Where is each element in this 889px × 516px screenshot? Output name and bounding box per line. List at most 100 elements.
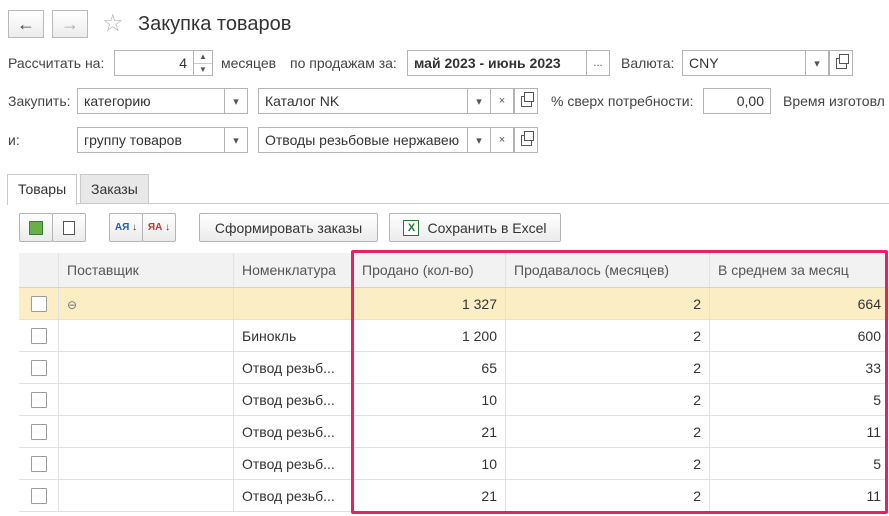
column-header-average[interactable]: В среднем за месяц [710,253,889,287]
currency-open-button[interactable] [829,50,853,76]
close-icon: × [498,134,506,146]
average-cell: 5 [873,392,881,408]
supplier-cell [59,384,234,415]
table-row[interactable]: Бинокль 1 200 2 600 [19,320,889,352]
buy-type-dropdown-button[interactable]: ▾ [224,88,248,114]
months-label: месяцев [221,55,277,71]
lead-time-label: Время изготовл [783,93,885,109]
row-check-cell [19,384,59,415]
back-button[interactable]: ← [8,10,44,38]
tab-orders[interactable]: Заказы [80,174,149,204]
catalog-clear-button[interactable]: × [490,88,514,114]
currency-dropdown-button[interactable]: ▾ [805,50,829,76]
supplier-cell [59,480,234,511]
months-stepper[interactable]: ▲ ▼ [193,50,213,76]
forward-button[interactable]: → [52,10,88,38]
close-icon: × [498,95,506,107]
stepper-down-icon[interactable]: ▼ [194,64,212,76]
row-checkbox[interactable] [31,360,47,376]
group-open-button[interactable] [514,127,538,153]
average-cell: 11 [866,424,881,440]
row-check-cell [19,448,59,479]
uncheck-all-button[interactable] [52,213,86,242]
row-checkbox[interactable] [31,456,47,472]
column-header-check[interactable] [19,253,59,287]
catalog-field[interactable]: Каталог NK [258,88,468,114]
item-cell: Отвод резьб... [234,352,354,383]
column-header-months[interactable]: Продавалось (месяцев) [506,253,710,287]
buy-label: Закупить: [8,93,71,109]
row-checkbox[interactable] [31,488,47,504]
item-cell: Отвод резьб... [234,480,354,511]
open-form-icon [520,91,534,107]
tab-goods[interactable]: Товары [7,174,78,205]
group-clear-button[interactable]: × [490,127,514,153]
row-checkbox[interactable] [31,424,47,440]
row-check-cell [19,288,59,319]
supplier-cell [59,448,234,479]
buy-type-field[interactable]: категорию [77,88,225,114]
months-cell: 2 [506,480,710,511]
calc-label: Рассчитать на: [8,55,105,71]
sort-ascending-button[interactable]: АЯ ↓ [109,213,143,242]
supplier-cell [59,320,234,351]
period-select-button[interactable]: ... [586,50,610,76]
chevron-down-icon: ▾ [233,134,239,147]
make-orders-button[interactable]: Сформировать заказы [199,213,378,242]
months-cell: 2 [506,384,710,415]
table-row[interactable]: Отвод резьб... 65 2 33 [19,352,889,384]
row-check-cell [19,320,59,351]
table-row[interactable]: Отвод резьб... 21 2 11 [19,480,889,512]
column-header-sold[interactable]: Продано (кол-во) [354,253,506,287]
row-checkbox[interactable] [31,328,47,344]
check-all-button[interactable] [19,213,53,242]
average-cell: 600 [857,328,881,344]
check-all-icon [26,217,43,235]
group-field[interactable]: Отводы резьбовые нержавею [258,127,468,153]
percent-field[interactable]: 0,00 [703,88,771,114]
chevron-down-icon: ▾ [476,134,482,147]
currency-field[interactable]: CNY [682,50,806,76]
table-row[interactable]: Отвод резьб... 10 2 5 [19,448,889,480]
group-dropdown-button[interactable]: ▾ [467,127,491,153]
row-check-cell [19,352,59,383]
row-check-cell [19,480,59,511]
sort-descending-button[interactable]: ЯА ↓ [142,213,176,242]
supplier-cell [59,416,234,447]
catalog-dropdown-button[interactable]: ▾ [467,88,491,114]
supplier-cell: ⊖ [59,288,234,319]
table-row[interactable]: Отвод резьб... 21 2 11 [19,416,889,448]
months-count-input[interactable]: 4 [114,50,194,76]
period-field[interactable]: май 2023 - июнь 2023 [407,50,587,76]
months-cell: 2 [506,448,710,479]
row-checkbox[interactable] [31,392,47,408]
stepper-up-icon[interactable]: ▲ [194,51,212,64]
save-excel-button[interactable]: X Сохранить в Excel [389,213,561,242]
catalog-open-button[interactable] [514,88,538,114]
group-type-dropdown-button[interactable]: ▾ [224,127,248,153]
item-cell: Отвод резьб... [234,448,354,479]
average-cell: 33 [865,360,881,376]
sold-cell: 1 200 [354,320,506,351]
table-group-row[interactable]: ⊖ 1 327 2 664 [19,288,889,320]
months-cell: 2 [506,352,710,383]
favorite-star-icon[interactable]: ☆ [102,10,124,38]
sort-ascending-icon: АЯ ↓ [114,221,138,233]
supplier-cell [59,352,234,383]
column-header-item[interactable]: Номенклатура [234,253,354,287]
item-cell [234,288,354,319]
average-cell: 664 [857,296,881,312]
collapse-icon[interactable]: ⊖ [67,298,77,312]
table-header: Поставщик Номенклатура Продано (кол-во) … [19,253,889,288]
sort-descending-icon: ЯА ↓ [147,221,171,233]
sold-cell: 65 [354,352,506,383]
column-header-supplier[interactable]: Поставщик [59,253,234,287]
arrow-left-icon: ← [17,13,35,34]
row-check-cell [19,416,59,447]
average-cell: 5 [873,456,881,472]
chevron-down-icon: ▾ [233,95,239,108]
table-row[interactable]: Отвод резьб... 10 2 5 [19,384,889,416]
group-type-field[interactable]: группу товаров [77,127,225,153]
row-checkbox[interactable] [31,296,47,312]
open-form-icon [835,53,849,69]
